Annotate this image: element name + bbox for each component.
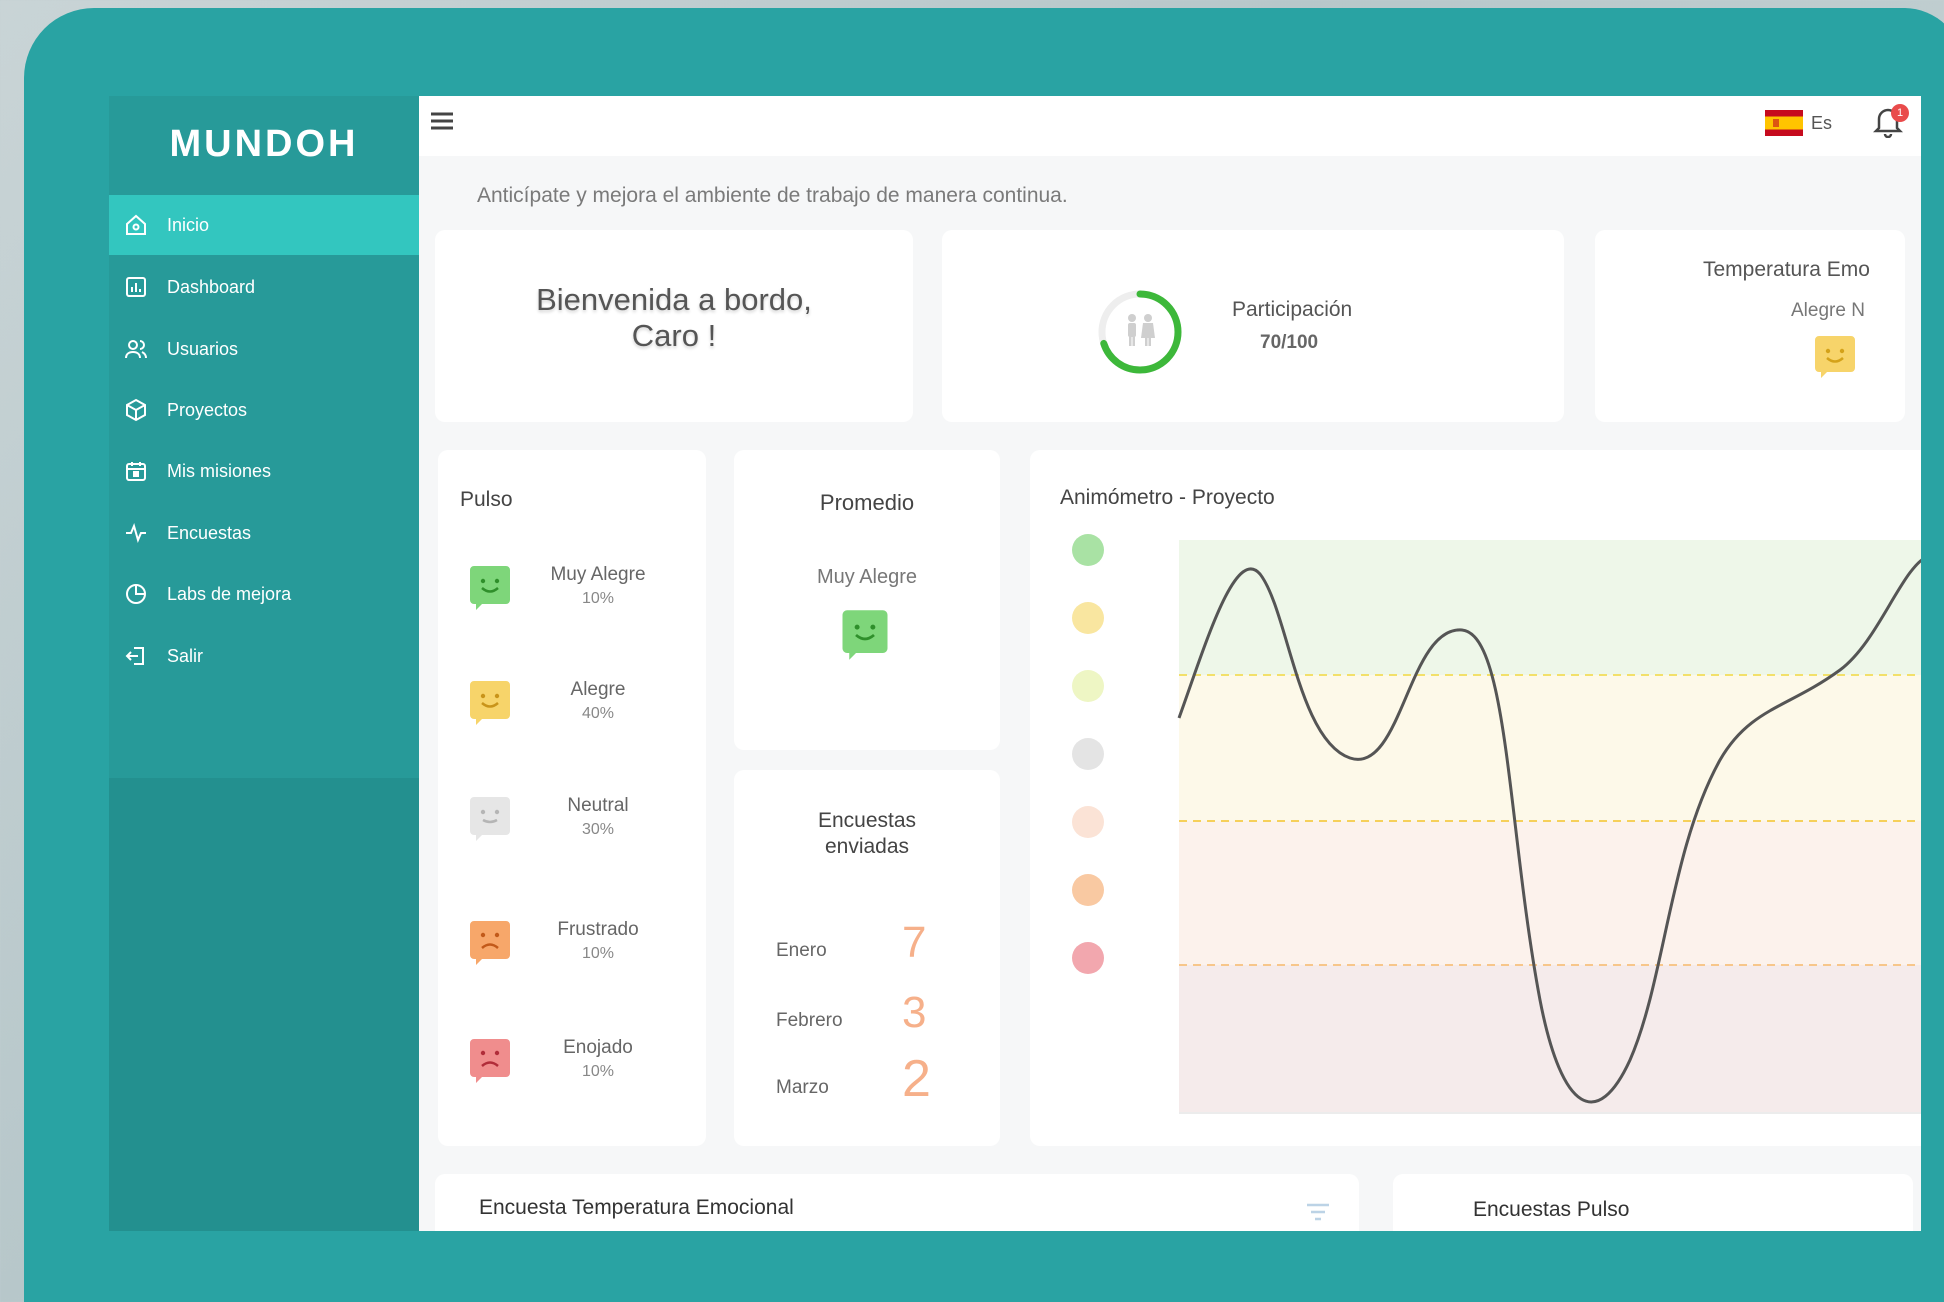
legend-dot	[1072, 534, 1104, 566]
welcome-card: Bienvenida a bordo, Caro !	[435, 230, 913, 422]
temperature-title: Temperatura Emo	[1703, 258, 1870, 281]
mood-row-muy-alegre: Muy Alegre 10%	[468, 560, 698, 624]
legend-dot	[1072, 874, 1104, 906]
temperature-survey-title: Encuesta Temperatura Emocional	[479, 1196, 794, 1219]
sent-title-line-1: Encuestas	[817, 809, 917, 832]
sent-surveys-title: Encuestas enviadas	[734, 808, 1000, 860]
happy-face-icon	[470, 681, 510, 725]
month-label: Marzo	[776, 1077, 829, 1098]
temperature-survey-card: Encuesta Temperatura Emocional	[435, 1174, 1359, 1231]
welcome-line-2: Caro !	[631, 318, 717, 353]
legend-dot	[1072, 670, 1104, 702]
temperature-card: Temperatura Emo Alegre N	[1595, 230, 1905, 422]
legend-dot	[1072, 942, 1104, 974]
neutral-face-icon	[470, 797, 510, 841]
very-happy-face-icon	[470, 566, 510, 610]
survey-count: 3	[902, 988, 927, 1037]
legend-dot	[1072, 602, 1104, 634]
mood-name: Alegre	[570, 679, 626, 700]
participation-label: Participación	[1232, 298, 1353, 321]
legend-dot	[1072, 806, 1104, 838]
angry-face-icon	[470, 1039, 510, 1083]
participation-ring	[1098, 290, 1182, 374]
sent-row-enero: Enero 7	[734, 918, 1000, 978]
pulse-surveys-card: Encuestas Pulso	[1393, 1174, 1913, 1231]
frustrated-face-icon	[470, 921, 510, 965]
average-card: Promedio Muy Alegre	[734, 450, 1000, 750]
mood-row-enojado: Enojado 10%	[468, 1033, 698, 1097]
mood-legend	[1072, 534, 1104, 974]
participation-value: 70/100	[1260, 332, 1319, 353]
average-title: Promedio	[819, 490, 915, 515]
mood-name: Frustrado	[557, 919, 639, 940]
survey-count: 2	[902, 1050, 931, 1108]
temperature-mood: Alegre N	[1791, 300, 1865, 321]
filter-icon[interactable]	[1305, 1202, 1331, 1222]
welcome-message: Bienvenida a bordo, Caro !	[435, 282, 913, 354]
happy-face-icon	[1815, 336, 1855, 378]
mood-name: Enojado	[563, 1037, 633, 1058]
pulse-title: Pulso	[460, 488, 513, 511]
very-happy-face-icon	[842, 610, 888, 660]
animometro-chart	[1072, 534, 1921, 1114]
mood-percentage: 40%	[581, 705, 615, 722]
month-label: Enero	[776, 940, 827, 961]
mood-name: Muy Alegre	[550, 564, 646, 585]
mood-name: Neutral	[567, 795, 629, 816]
welcome-line-1: Bienvenida a bordo,	[536, 282, 812, 317]
mood-row-alegre: Alegre 40%	[468, 675, 698, 739]
mood-row-neutral: Neutral 30%	[468, 791, 698, 855]
people-icon	[1128, 314, 1155, 346]
mood-percentage: 10%	[581, 1063, 615, 1080]
band-neutral	[1179, 821, 1921, 965]
content-area: Bienvenida a bordo, Caro ! Participación…	[109, 96, 1921, 1231]
sent-title-line-2: enviadas	[824, 835, 910, 858]
animometro-card: Animómetro - Proyecto	[1030, 450, 1921, 1146]
sent-surveys-card: Encuestas enviadas Enero 7 Febrero 3 Mar…	[734, 770, 1000, 1146]
band-alegre	[1179, 675, 1921, 821]
mood-percentage: 10%	[581, 945, 615, 962]
survey-count: 7	[902, 918, 927, 967]
sent-row-marzo: Marzo 2	[734, 1050, 1000, 1115]
pulse-surveys-title: Encuestas Pulso	[1473, 1198, 1630, 1221]
average-mood: Muy Alegre	[816, 566, 918, 588]
month-label: Febrero	[776, 1010, 843, 1031]
participation-card: Participación 70/100	[942, 230, 1564, 422]
mood-percentage: 10%	[581, 590, 615, 607]
sent-row-febrero: Febrero 3	[734, 988, 1000, 1048]
pulse-card: Pulso Muy Alegre 10% Alegre 40% Neutral …	[438, 450, 706, 1146]
mood-percentage: 30%	[581, 821, 615, 838]
mood-row-frustrado: Frustrado 10%	[468, 915, 698, 979]
legend-dot	[1072, 738, 1104, 770]
